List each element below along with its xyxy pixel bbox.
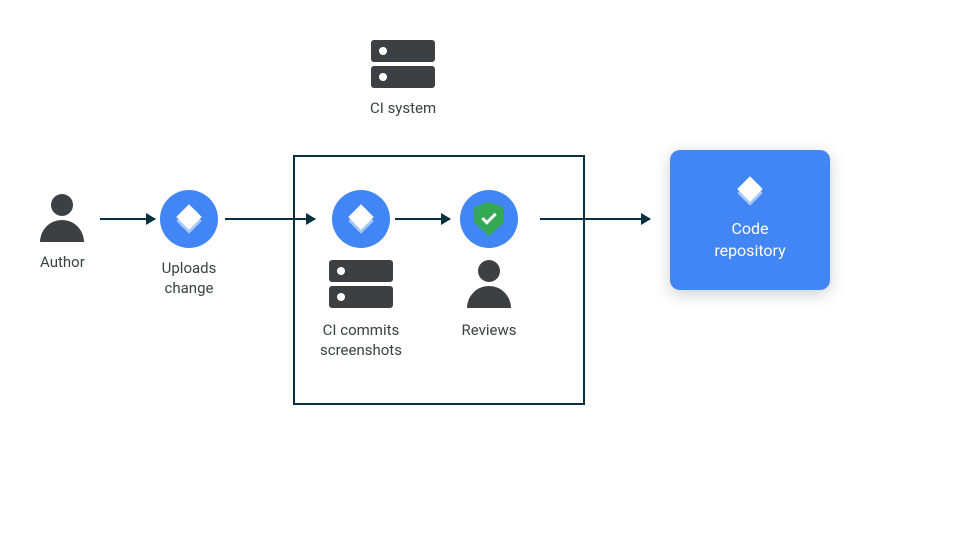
arrow-icon [100,218,155,220]
layers-icon [737,178,763,204]
server-icon [371,40,435,88]
arrow-icon [225,218,315,220]
reviews-label: Reviews [462,320,517,340]
ci-commit-icon [332,190,390,248]
review-shield-icon [460,190,518,248]
server-icon [329,260,393,308]
code-repository-label: Code repository [714,218,785,261]
upload-change-icon [160,190,218,248]
person-icon [40,194,84,242]
ci-system-label: CI system [370,98,436,118]
person-icon [467,260,511,308]
code-repository-box: Code repository [670,150,830,290]
arrow-icon [395,218,450,220]
uploads-change-label: Uploads change [162,258,217,299]
arrow-icon [540,218,650,220]
ci-commits-label: CI commits screenshots [320,320,402,361]
author-label: Author [40,252,85,272]
